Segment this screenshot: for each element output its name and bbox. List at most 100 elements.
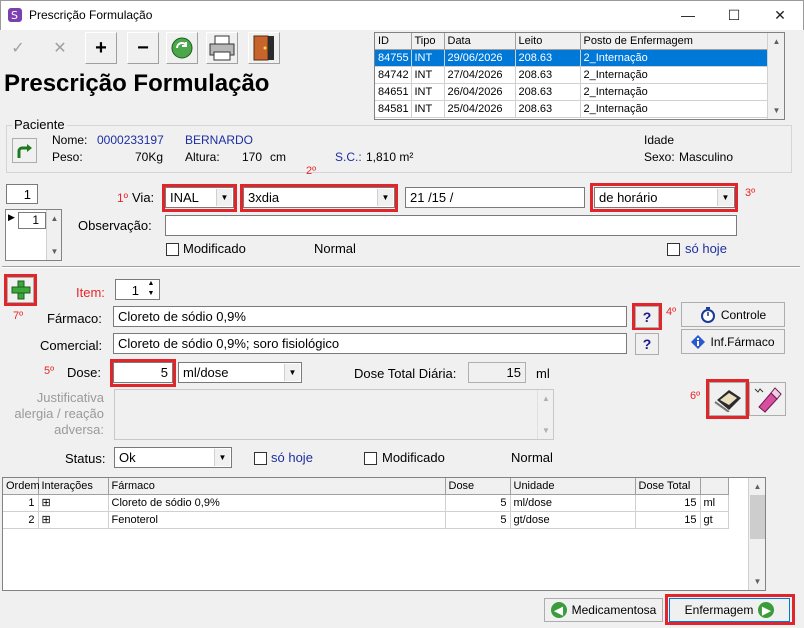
column-header-tipo[interactable]: Tipo xyxy=(411,33,445,50)
prescription-list[interactable]: ▶ 1 ▲ ▼ xyxy=(5,209,62,261)
cell-dose: 5 xyxy=(445,511,511,529)
maximize-button[interactable]: ☐ xyxy=(711,1,757,29)
cell-ordem: 2 xyxy=(3,511,39,529)
observacao-field[interactable] xyxy=(165,215,737,236)
patient-name: BERNARDO xyxy=(185,133,254,147)
modificado-checkbox[interactable] xyxy=(166,243,179,256)
patient-select-button[interactable] xyxy=(12,138,37,163)
history-scrollbar[interactable]: ▲ ▼ xyxy=(767,33,784,119)
add-item-button[interactable] xyxy=(7,277,34,303)
prescription-list-value: 1 xyxy=(18,212,46,229)
schedule-date-field[interactable]: 21 /15 / xyxy=(405,187,585,208)
item-spinner[interactable]: 1 ▲ ▼ xyxy=(115,279,160,300)
confirm-button[interactable]: ✓ xyxy=(2,32,34,64)
cell-data: 29/06/2026 xyxy=(444,49,516,67)
scroll-thumb[interactable] xyxy=(750,495,765,539)
prescription-number-field[interactable]: 1 xyxy=(6,184,38,204)
inf-farmaco-button[interactable]: Inf.Fármaco xyxy=(681,329,785,354)
column-header-interacoes[interactable]: Interações xyxy=(38,478,109,495)
so-hoje-checkbox[interactable] xyxy=(667,243,680,256)
scroll-down-arrow-icon[interactable]: ▼ xyxy=(538,422,554,439)
items-grid[interactable]: Ordem Interações Fármaco Dose Unidade Do… xyxy=(2,477,766,591)
window-title: Prescrição Formulação xyxy=(29,8,153,22)
arrow-right-circle-icon: ▶ xyxy=(758,602,775,618)
medicamentosa-label: Medicamentosa xyxy=(571,603,657,617)
remove-button[interactable]: − xyxy=(127,32,159,64)
column-header-unidade[interactable]: Unidade xyxy=(510,478,636,495)
items-scrollbar[interactable]: ▲ ▼ xyxy=(748,478,765,590)
expand-plus-icon[interactable]: ⊞ xyxy=(38,494,109,512)
dose-unit-select[interactable]: ml/dose ▼ xyxy=(178,362,302,383)
minimize-button[interactable]: — xyxy=(665,1,711,29)
column-header-data[interactable]: Data xyxy=(444,33,516,50)
scroll-up-arrow-icon[interactable]: ▲ xyxy=(47,210,62,227)
column-header-leito[interactable]: Leito xyxy=(515,33,581,50)
spin-up-icon[interactable]: ▲ xyxy=(144,280,158,290)
history-row[interactable]: 84581 INT 25/04/2026 208.63 2_Internação xyxy=(375,100,768,118)
items-row[interactable]: 2 ⊞ Fenoterol 5 gt/dose 15 gt xyxy=(3,511,729,529)
horario-value: de horário xyxy=(599,190,658,205)
dose-total-label: Dose Total Diária: xyxy=(354,366,457,381)
history-row[interactable]: 84742 INT 27/04/2026 208.63 2_Internação xyxy=(375,66,768,84)
add-button[interactable]: + xyxy=(85,32,117,64)
scroll-up-arrow-icon[interactable]: ▲ xyxy=(768,33,785,50)
item-so-hoje-checkbox[interactable] xyxy=(254,452,267,465)
column-header-ordem[interactable]: Ordem xyxy=(3,478,40,495)
enfermagem-button[interactable]: Enfermagem ▶ xyxy=(669,598,790,622)
step-marker-5: 5º xyxy=(44,365,55,377)
scroll-up-arrow-icon[interactable]: ▲ xyxy=(749,478,766,495)
cell-unit: gt xyxy=(700,511,729,529)
justificativa-label-1: Justificativa xyxy=(36,390,104,405)
close-button[interactable]: ✕ xyxy=(757,1,803,29)
column-header-posto[interactable]: Posto de Enfermagem xyxy=(580,33,768,50)
column-header-unit[interactable] xyxy=(700,478,729,495)
print-button[interactable] xyxy=(206,32,238,64)
refresh-button[interactable] xyxy=(166,32,198,64)
cancel-edit-button[interactable]: ✕ xyxy=(44,32,76,64)
peso-label: Peso: xyxy=(52,150,83,164)
expand-plus-icon[interactable]: ⊞ xyxy=(38,511,109,529)
horario-select[interactable]: de horário ▼ xyxy=(594,187,735,208)
scroll-down-arrow-icon[interactable]: ▼ xyxy=(749,573,766,590)
section-divider xyxy=(2,266,800,268)
cell-posto: 2_Internação xyxy=(580,83,768,101)
scroll-down-arrow-icon[interactable]: ▼ xyxy=(768,102,785,119)
clear-item-button[interactable] xyxy=(749,382,786,416)
spin-down-icon[interactable]: ▼ xyxy=(144,290,158,300)
cell-id: 84581 xyxy=(375,100,412,118)
column-header-dose[interactable]: Dose xyxy=(445,478,511,495)
farmaco-field[interactable]: Cloreto de sódio 0,9% xyxy=(113,306,627,327)
cell-data: 27/04/2026 xyxy=(444,66,516,84)
comercial-field[interactable]: Cloreto de sódio 0,9%; soro fisiológico xyxy=(113,333,627,354)
column-header-id[interactable]: ID xyxy=(375,33,412,50)
justificativa-scrollbar[interactable]: ▲ ▼ xyxy=(537,390,553,439)
dose-total-field: 15 xyxy=(468,362,526,383)
farmaco-label: Fármaco: xyxy=(47,311,102,326)
frequency-select[interactable]: 3xdia ▼ xyxy=(243,187,395,208)
save-item-button[interactable] xyxy=(709,382,746,416)
comercial-label: Comercial: xyxy=(40,338,103,353)
column-header-farmaco[interactable]: Fármaco xyxy=(108,478,446,495)
justificativa-field[interactable]: ▲ ▼ xyxy=(114,389,554,440)
altura-unit: cm xyxy=(270,150,286,164)
item-modificado-checkbox[interactable] xyxy=(364,452,377,465)
items-row[interactable]: 1 ⊞ Cloreto de sódio 0,9% 5 ml/dose 15 ml xyxy=(3,494,729,512)
medicamentosa-button[interactable]: ◀ Medicamentosa xyxy=(544,598,663,622)
status-select[interactable]: Ok ▼ xyxy=(114,447,232,468)
scroll-down-arrow-icon[interactable]: ▼ xyxy=(47,243,62,260)
prescription-list-scrollbar[interactable]: ▲ ▼ xyxy=(46,210,61,260)
controle-button[interactable]: Controle xyxy=(681,302,785,327)
dose-field[interactable]: 5 xyxy=(113,362,173,383)
history-row[interactable]: 84755 INT 29/06/2026 208.63 2_Internação xyxy=(375,49,768,67)
comercial-help-button[interactable]: ? xyxy=(635,333,659,355)
prescription-history-grid[interactable]: ID Tipo Data Leito Posto de Enfermagem 8… xyxy=(374,32,785,120)
cell-tipo: INT xyxy=(411,83,445,101)
scroll-up-arrow-icon[interactable]: ▲ xyxy=(538,390,554,407)
farmaco-help-button[interactable]: ? xyxy=(635,306,659,328)
via-select[interactable]: INAL ▼ xyxy=(165,187,234,208)
column-header-dose-total[interactable]: Dose Total xyxy=(635,478,701,495)
exit-button[interactable] xyxy=(248,32,280,64)
item-label: Item: xyxy=(76,285,105,300)
arrow-turn-right-icon xyxy=(17,143,32,158)
history-row[interactable]: 84651 INT 26/04/2026 208.63 2_Internação xyxy=(375,83,768,101)
